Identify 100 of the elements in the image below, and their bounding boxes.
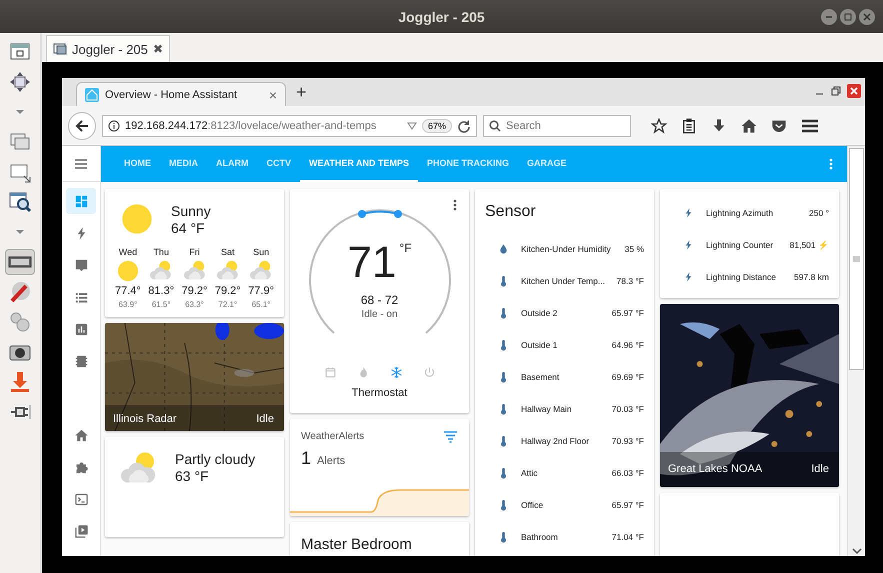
forecast-day: Sat bbox=[221, 247, 235, 257]
minimize-button[interactable] bbox=[821, 9, 837, 25]
tab-title: Overview - Home Assistant bbox=[105, 88, 238, 100]
camera-icon bbox=[10, 346, 30, 360]
star-icon[interactable] bbox=[651, 118, 667, 134]
download-icon[interactable] bbox=[711, 118, 727, 134]
sensor-name[interactable]: Attic bbox=[521, 468, 612, 478]
weather-condition: Sunny bbox=[171, 203, 211, 220]
reload-icon[interactable] bbox=[457, 118, 471, 132]
low-temperature: 63.3° bbox=[185, 300, 204, 309]
more-icon[interactable] bbox=[453, 199, 457, 211]
hvac-status: Idle - on bbox=[361, 309, 398, 320]
list-icon bbox=[75, 292, 87, 302]
sensor-name[interactable]: Outside 2 bbox=[521, 308, 612, 318]
sensor-value: 78.3 °F bbox=[616, 276, 644, 286]
info-icon bbox=[108, 120, 120, 132]
url-text: 192.168.244.172:8123/lovelace/weather-and-temps bbox=[125, 120, 376, 132]
temperature-dial[interactable] bbox=[309, 209, 451, 334]
toolbar-button[interactable] bbox=[5, 249, 35, 275]
sensor-value: 65.97 °F bbox=[612, 308, 644, 318]
sensor-value: 70.03 °F bbox=[612, 404, 644, 414]
sensor-name[interactable]: Lightning Distance bbox=[706, 272, 794, 282]
close-icon bbox=[863, 13, 871, 21]
flame-icon bbox=[360, 367, 366, 378]
viewer-tab[interactable]: Joggler - 205 ✖ bbox=[46, 35, 170, 62]
cloud-sun-icon bbox=[250, 260, 272, 282]
sensor-name[interactable]: Lightning Azimuth bbox=[706, 208, 810, 218]
caret-icon[interactable] bbox=[850, 546, 862, 556]
address-bar[interactable]: 192.168.244.172:8123/lovelace/weather-and-temps 67% bbox=[102, 114, 477, 136]
restore-icon[interactable] bbox=[831, 86, 841, 96]
search-field[interactable]: Search bbox=[483, 114, 631, 136]
sensor-name[interactable]: Basement bbox=[521, 372, 612, 382]
sensor-name[interactable]: Outside 1 bbox=[521, 340, 612, 350]
high-temperature: 77.9° bbox=[248, 285, 274, 297]
sensor-value: 71.04 °F bbox=[612, 532, 644, 542]
sensor-name[interactable]: Lightning Counter bbox=[706, 240, 790, 250]
home-icon bbox=[74, 429, 88, 441]
sensor-value: 81,501 ⚡ bbox=[790, 240, 829, 250]
menu-icon[interactable] bbox=[801, 118, 819, 134]
zoom-level[interactable]: 67% bbox=[422, 118, 452, 132]
new-tab-button[interactable]: + bbox=[296, 82, 307, 103]
thermostat-name: Thermostat bbox=[352, 387, 408, 399]
current-temperature: 71 bbox=[347, 241, 396, 285]
browser-tab[interactable]: Overview - Home Assistant × bbox=[76, 82, 286, 106]
menu-icon bbox=[74, 158, 88, 170]
sensor-value: 70.93 °F bbox=[612, 436, 644, 446]
forecast-day: Wed bbox=[118, 247, 138, 257]
camera-state: Idle bbox=[811, 463, 829, 475]
maximize-button[interactable] bbox=[840, 9, 856, 25]
sensor-name[interactable]: Office bbox=[521, 500, 612, 510]
sensor-name[interactable]: Kitchen Under Temp... bbox=[521, 276, 616, 286]
sensor-value: 250 ° bbox=[809, 208, 829, 218]
temperature: 63 °F bbox=[175, 468, 210, 485]
chart-icon bbox=[75, 323, 87, 335]
cloud-sun-icon bbox=[150, 260, 172, 282]
camera-name: Illinois Radar bbox=[113, 413, 177, 425]
home-icon[interactable] bbox=[741, 118, 757, 134]
plug-icon bbox=[10, 404, 30, 420]
close-button[interactable] bbox=[859, 9, 875, 25]
high-temperature: 81.3° bbox=[148, 285, 174, 297]
chip-icon bbox=[75, 355, 87, 367]
clipboard-icon[interactable] bbox=[681, 118, 697, 134]
high-temperature: 79.2° bbox=[214, 285, 241, 297]
sensor-name[interactable]: Hallway Main bbox=[521, 404, 612, 414]
grip-icon bbox=[853, 256, 860, 262]
tab-close-button[interactable]: ✖ bbox=[152, 42, 163, 56]
back-arrow-icon bbox=[75, 118, 89, 132]
back-button[interactable] bbox=[68, 112, 96, 140]
water-drop-icon bbox=[498, 242, 508, 256]
card-title: WeatherAlerts bbox=[301, 431, 364, 442]
cloud-sun-icon bbox=[184, 260, 206, 282]
snowflake-icon bbox=[390, 366, 402, 378]
sensor-value: 597.8 km bbox=[794, 272, 829, 282]
sun-icon bbox=[121, 203, 153, 235]
target-range: 68 - 72 bbox=[360, 293, 398, 307]
sensor-value: 35 % bbox=[624, 244, 644, 254]
sensor-name[interactable]: Hallway 2nd Floor bbox=[521, 436, 612, 446]
close-icon[interactable] bbox=[847, 84, 861, 98]
puzzle-icon bbox=[76, 462, 88, 473]
temperature-unit: °F bbox=[399, 241, 412, 255]
caret-icon bbox=[16, 230, 24, 234]
pocket-icon[interactable] bbox=[771, 118, 787, 134]
sensor-name[interactable]: Bathroom bbox=[521, 532, 612, 542]
power-icon bbox=[424, 367, 434, 377]
forecast-day: Thu bbox=[153, 247, 169, 257]
high-temperature: 77.4° bbox=[115, 285, 141, 297]
tab-close-button[interactable]: × bbox=[268, 86, 277, 102]
search-icon bbox=[489, 120, 501, 132]
sensor-name[interactable]: Kitchen-Under Humidity bbox=[521, 244, 625, 254]
forecast-day: Fri bbox=[189, 247, 200, 257]
camera-card[interactable]: Illinois Radar Idle bbox=[105, 323, 284, 431]
tab-title: Joggler - 205 bbox=[72, 42, 148, 56]
caret-icon bbox=[406, 122, 417, 130]
scrollbar[interactable] bbox=[847, 146, 865, 556]
mode-button[interactable] bbox=[390, 366, 402, 379]
weather-condition: Partly cloudy bbox=[175, 451, 256, 468]
tools-icon bbox=[10, 282, 30, 302]
sensor-value: 66.03 °F bbox=[612, 468, 644, 478]
camera-card[interactable]: Great Lakes NOAA Idle bbox=[660, 304, 839, 487]
sensor-value: 64.96 °F bbox=[612, 340, 644, 350]
